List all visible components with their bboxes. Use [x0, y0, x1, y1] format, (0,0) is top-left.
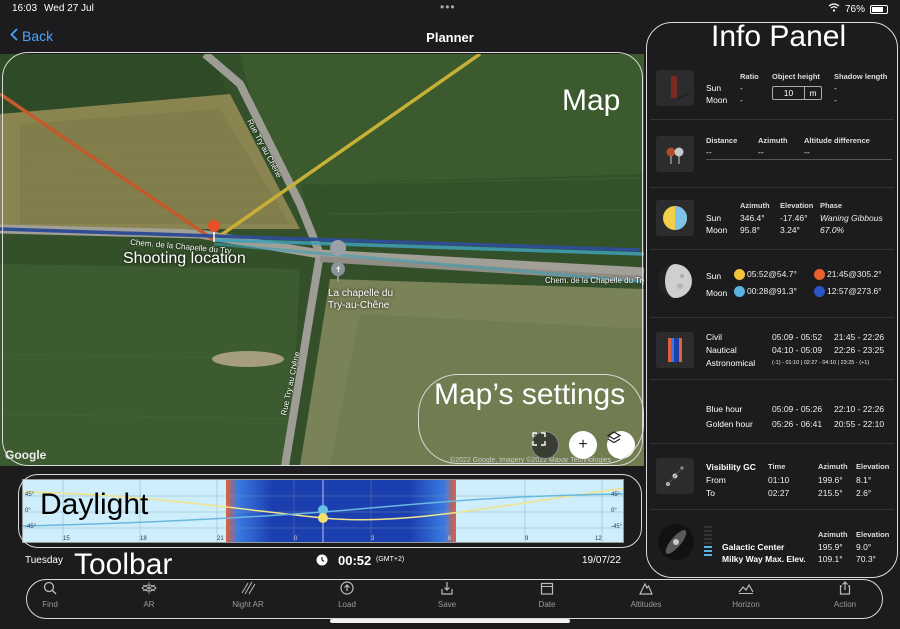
map-settings-annotation: Map’s settings	[434, 378, 626, 411]
current-time[interactable]: 00:52	[338, 553, 371, 568]
home-indicator[interactable]	[330, 619, 570, 623]
status-bar: 16:03 Wed 27 Jul ••• 76%	[0, 0, 900, 18]
back-button[interactable]: Back	[10, 28, 53, 44]
chevron-left-icon	[10, 28, 18, 44]
back-label: Back	[22, 28, 54, 44]
daylight-annotation: Daylight	[40, 488, 149, 521]
wifi-icon	[828, 3, 840, 15]
info-panel-annotation-box	[646, 22, 898, 578]
battery-percent: 76%	[844, 3, 865, 15]
toolbar-annotation: Toolbar	[74, 548, 173, 581]
planner-screen: 16:03 Wed 27 Jul ••• 76% Planner Back ✝ …	[0, 0, 900, 629]
battery-icon	[870, 4, 888, 14]
day-label: Tuesday	[25, 555, 63, 566]
timezone: (GMT+2)	[376, 556, 405, 563]
status-right: 76%	[828, 3, 888, 15]
map-annotation: Map	[562, 84, 621, 117]
nav-bar: Planner Back	[0, 22, 645, 52]
status-time: 16:03	[12, 3, 38, 14]
clock-icon[interactable]	[316, 554, 328, 569]
status-date: Wed 27 Jul	[44, 3, 94, 14]
multitask-dots-icon[interactable]: •••	[440, 0, 456, 14]
current-date[interactable]: 19/07/22	[582, 555, 621, 566]
info-panel-annotation: Info Panel	[711, 20, 847, 53]
toolbar-annotation-box	[26, 579, 883, 619]
